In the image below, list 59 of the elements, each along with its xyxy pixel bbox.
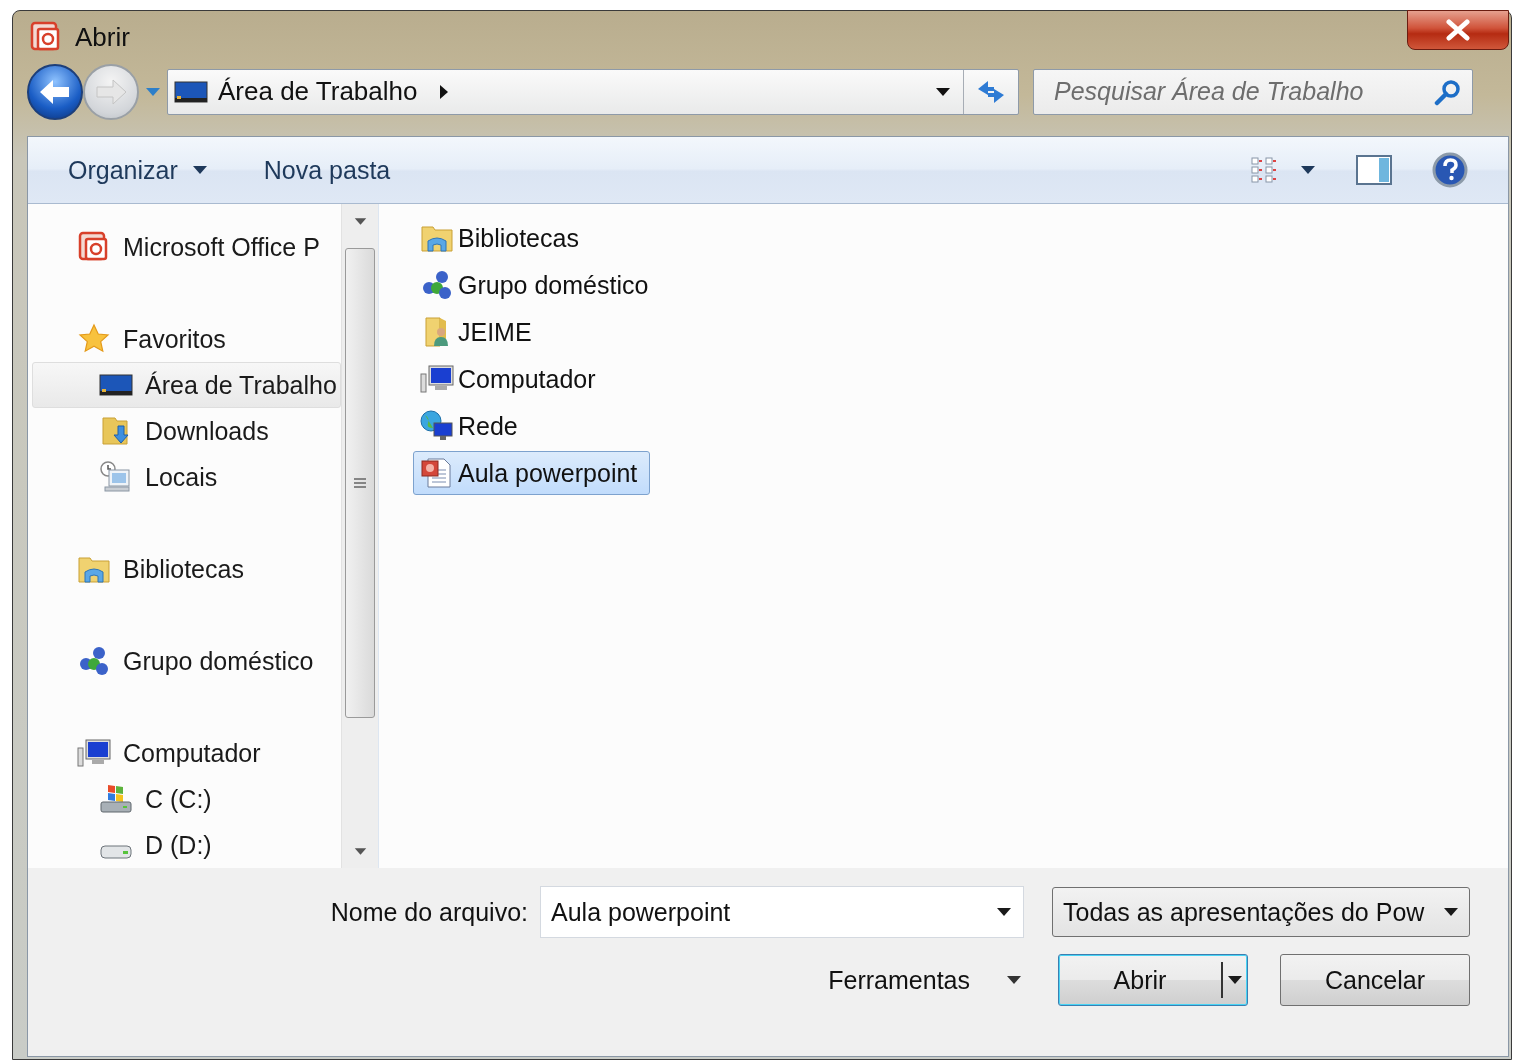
sidebar-item[interactable]: Computador (32, 730, 341, 776)
caret-icon (145, 85, 161, 98)
sidebar-item[interactable]: Downloads (32, 408, 341, 454)
caret-icon (1006, 974, 1022, 986)
drive-icon (99, 844, 133, 860)
homegroup-icon (420, 268, 454, 302)
caret-icon (1227, 974, 1243, 986)
open-button[interactable]: Abrir (1058, 954, 1248, 1006)
computer-icon (420, 362, 454, 396)
sidebar-item[interactable]: Bibliotecas (32, 546, 341, 592)
close-icon (1444, 19, 1472, 41)
filename-label: Nome do arquivo: (330, 897, 528, 927)
filename-field[interactable]: Aula powerpoint (540, 886, 1024, 938)
system-drive-icon (99, 782, 133, 816)
sidebar-item[interactable]: D (D:) (32, 822, 341, 868)
sidebar-item[interactable]: Locais (32, 454, 341, 500)
address-bar[interactable]: Área de Trabalho (167, 68, 1019, 115)
cancel-button[interactable]: Cancelar (1280, 954, 1470, 1006)
file-item[interactable]: JEIME (413, 310, 545, 354)
file-item[interactable]: Aula powerpoint (413, 451, 651, 495)
preview-pane-icon (1356, 155, 1392, 185)
caret-icon (191, 164, 208, 176)
presentation-file-icon (420, 456, 454, 490)
help-icon (1432, 152, 1468, 188)
address-text[interactable]: Área de Trabalho (218, 76, 418, 108)
file-item[interactable]: Computador (413, 357, 609, 401)
sidebar-item[interactable]: Microsoft Office P (32, 224, 341, 270)
sidebar-item[interactable]: Grupo doméstico (32, 638, 341, 684)
file-item[interactable]: Rede (413, 404, 531, 448)
scrollbar[interactable] (341, 204, 378, 868)
tools-menu-button[interactable]: Ferramentas (828, 965, 1022, 995)
close-button[interactable] (1407, 10, 1509, 50)
grip-icon (353, 476, 367, 490)
help-button[interactable] (1432, 152, 1468, 188)
file-type-dropdown[interactable]: Todas as apresentações do Pow (1052, 887, 1470, 937)
scrollbar-thumb[interactable] (345, 248, 375, 718)
scroll-down-icon (353, 846, 367, 856)
sidebar-item[interactable]: C (C:) (32, 776, 341, 822)
chevron-right-icon (439, 83, 450, 100)
recent-places-icon (99, 460, 133, 494)
network-icon (420, 409, 454, 443)
computer-icon (77, 736, 111, 770)
organize-menu-button[interactable]: Organizar (68, 155, 208, 185)
search-field[interactable]: Pesquisar Área de Trabalho (1033, 68, 1473, 115)
sidebar-item[interactable]: Área de Trabalho (32, 362, 341, 408)
sidebar-item[interactable]: Favoritos (32, 316, 341, 362)
preview-pane-button[interactable] (1356, 155, 1392, 185)
back-button[interactable] (27, 63, 83, 120)
new-folder-button[interactable]: Nova pasta (263, 155, 391, 185)
caret-icon (935, 85, 951, 98)
homegroup-icon (77, 644, 111, 678)
file-item[interactable]: Grupo doméstico (413, 263, 662, 307)
view-options-button[interactable] (1250, 155, 1316, 185)
caret-icon (1300, 164, 1316, 176)
search-icon (1434, 77, 1462, 106)
file-item[interactable]: Bibliotecas (413, 216, 592, 260)
caret-icon (996, 906, 1012, 918)
window-title: Abrir (75, 21, 130, 53)
caret-icon (1443, 906, 1459, 918)
